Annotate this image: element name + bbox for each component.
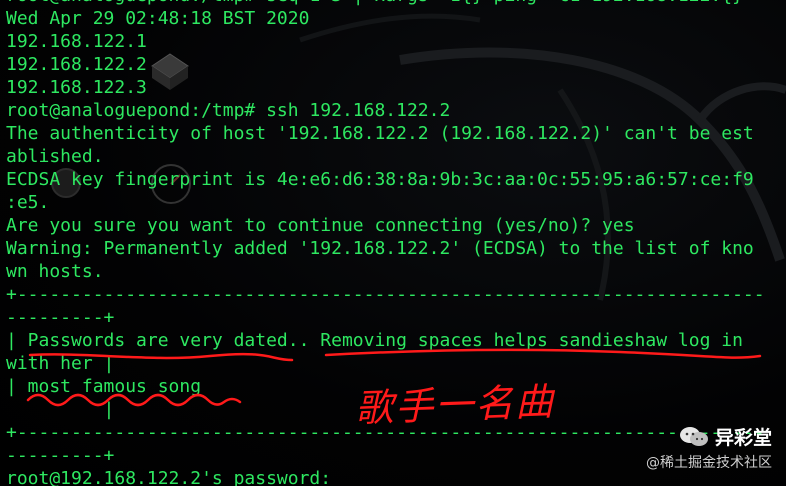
terminal-line: Are you sure you want to continue connec… <box>6 215 635 236</box>
watermark: 异彩堂 @稀土掘金技术社区 <box>646 423 772 472</box>
terminal-line: root@analoguepond:/tmp# seq 1 3 | xargs … <box>6 0 780 7</box>
terminal-line: with her | <box>6 353 115 374</box>
watermark-source: @稀土掘金技术社区 <box>646 455 772 471</box>
terminal-line: Wed Apr 29 02:48:18 BST 2020 <box>6 8 310 29</box>
terminal-line: 192.168.122.1 <box>6 31 147 52</box>
terminal-line: The authenticity of host '192.168.122.2 … <box>6 123 754 144</box>
wechat-icon <box>679 426 708 446</box>
terminal-line: +---------------------------------------… <box>6 284 765 305</box>
terminal-line: :e5. <box>6 192 50 213</box>
terminal-line: wn hosts. <box>6 261 104 282</box>
terminal-line: 192.168.122.3 <box>6 77 147 98</box>
terminal-line: ---------+ <box>6 307 115 328</box>
terminal-line: ECDSA key fingerprint is 4e:e6:d6:38:8a:… <box>6 169 754 190</box>
terminal-line: ablished. <box>6 146 104 167</box>
terminal-line: root@analoguepond:/tmp# ssh 192.168.122.… <box>6 100 451 121</box>
terminal-line: 192.168.122.2 <box>6 54 147 75</box>
watermark-brand-text: 异彩堂 <box>714 427 772 449</box>
screen: root@analoguepond:/tmp# seq 1 3 | xargs … <box>0 0 786 486</box>
terminal-line: Warning: Permanently added '192.168.122.… <box>6 238 754 259</box>
handwritten-note: 歌手一名曲 <box>354 379 556 431</box>
watermark-brand: 异彩堂 <box>679 423 772 450</box>
terminal-line: | Passwords are very dated.. Removing sp… <box>6 330 743 351</box>
